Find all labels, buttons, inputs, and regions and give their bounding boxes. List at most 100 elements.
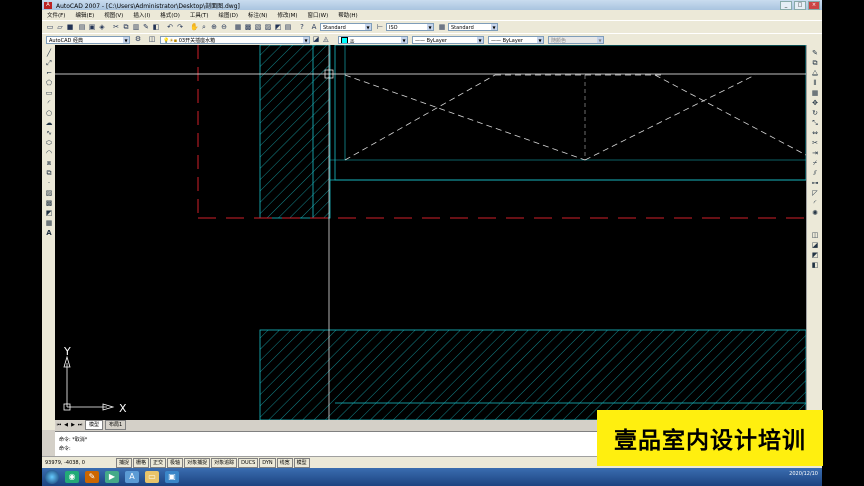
break-icon[interactable]: ⫽ — [810, 169, 820, 177]
ducs-toggle[interactable]: DUCS — [238, 458, 259, 468]
make-current-layer-icon[interactable]: ◪ — [312, 35, 320, 43]
calculator-icon[interactable]: ▤ — [284, 23, 292, 31]
ellipse-arc-icon[interactable]: ◠ — [44, 149, 54, 157]
circle-icon[interactable]: ○ — [44, 109, 54, 117]
sheet-set-icon[interactable]: ▨ — [264, 23, 272, 31]
zoom-window-icon[interactable]: ⊕ — [210, 23, 218, 31]
menu-tools[interactable]: 工具(T) — [185, 11, 214, 19]
array-icon[interactable]: ▦ — [810, 89, 820, 97]
explorer-icon[interactable]: ▣ — [165, 471, 179, 483]
tool-palettes-icon[interactable]: ▧ — [254, 23, 262, 31]
paint-icon[interactable]: ✎ — [85, 471, 99, 483]
drawing-canvas[interactable]: Y X — [55, 45, 806, 420]
offset-icon[interactable]: ⫴ — [810, 79, 820, 87]
minimize-button[interactable]: _ — [780, 1, 792, 10]
extend-icon[interactable]: ⇥ — [810, 149, 820, 157]
redo-icon[interactable]: ↷ — [176, 23, 184, 31]
chamfer-icon[interactable]: ◸ — [810, 189, 820, 197]
design-center-icon[interactable]: ▩ — [244, 23, 252, 31]
menu-insert[interactable]: 插入(I) — [128, 11, 155, 19]
tab-model[interactable]: 模型 — [85, 420, 104, 430]
layer-manager-icon[interactable]: ◫ — [148, 35, 156, 43]
linetype-select[interactable]: —— ByLayer ▼ — [412, 36, 484, 44]
model-toggle[interactable]: 模型 — [293, 458, 310, 468]
join-icon[interactable]: ⊶ — [810, 179, 820, 187]
region-icon[interactable]: ◩ — [44, 209, 54, 217]
prev-tab-icon[interactable]: ◀ — [63, 422, 69, 428]
rectangle-icon[interactable]: ▭ — [44, 89, 54, 97]
fillet-icon[interactable]: ◜ — [810, 199, 820, 207]
insert-block-icon[interactable]: ⧈ — [44, 159, 54, 167]
menu-modify[interactable]: 修改(M) — [272, 11, 302, 19]
autocad-taskbar-icon[interactable]: A — [125, 471, 139, 483]
break-at-point-icon[interactable]: ⌿ — [810, 159, 820, 167]
arc-icon[interactable]: ◜ — [44, 99, 54, 107]
maximize-button[interactable]: □ — [794, 1, 806, 10]
ortho-toggle[interactable]: 正交 — [150, 458, 167, 468]
workspace-settings-icon[interactable]: ⚙ — [134, 35, 142, 43]
menu-format[interactable]: 格式(O) — [155, 11, 185, 19]
start-button[interactable] — [45, 470, 59, 484]
menu-view[interactable]: 视图(V) — [99, 11, 128, 19]
open-file-icon[interactable]: ▱ — [56, 23, 64, 31]
menu-window[interactable]: 窗口(W) — [303, 11, 334, 19]
help-icon[interactable]: ? — [298, 23, 306, 31]
close-button[interactable]: × — [808, 1, 820, 10]
lineweight-toggle[interactable]: 线宽 — [276, 458, 293, 468]
last-tab-icon[interactable]: ⏭ — [77, 422, 83, 428]
pan-icon[interactable]: ✋ — [190, 23, 199, 31]
bring-front-icon[interactable]: ◪ — [810, 241, 820, 249]
revision-cloud-icon[interactable]: ☁ — [44, 119, 54, 127]
multiline-text-icon[interactable]: A — [44, 229, 54, 237]
hatch-icon[interactable]: ▨ — [44, 189, 54, 197]
explode-icon[interactable]: ✺ — [810, 209, 820, 217]
table-icon[interactable]: ▦ — [44, 219, 54, 227]
line-icon[interactable]: ╱ — [44, 49, 54, 57]
snap-toggle[interactable]: 捕捉 — [116, 458, 133, 468]
rotate-icon[interactable]: ↻ — [810, 109, 820, 117]
plot-preview-icon[interactable]: ▣ — [88, 23, 96, 31]
save-icon[interactable]: ■ — [66, 23, 74, 31]
command-prompt[interactable]: 命令: — [59, 445, 71, 452]
drawing-svg[interactable]: Y X — [55, 45, 806, 420]
polar-toggle[interactable]: 极轴 — [167, 458, 184, 468]
properties-icon[interactable]: ▦ — [234, 23, 242, 31]
zoom-previous-icon[interactable]: ⊖ — [220, 23, 228, 31]
trim-icon[interactable]: ✂ — [810, 139, 820, 147]
polyline-icon[interactable]: ⌐ — [44, 69, 54, 77]
dim-style-select[interactable]: ISO ▼ — [386, 23, 434, 31]
browser-icon[interactable]: ◉ — [65, 471, 79, 483]
layer-select[interactable]: 💡☀▪ 03开关插座水箱 ▼ — [160, 36, 310, 44]
menu-dimension[interactable]: 标注(N) — [243, 11, 272, 19]
zoom-realtime-icon[interactable]: ⌕ — [200, 23, 208, 31]
block-editor-icon[interactable]: ◧ — [152, 23, 160, 31]
table-style-select[interactable]: Standard ▼ — [448, 23, 498, 31]
folder-icon[interactable]: ▭ — [145, 471, 159, 483]
menu-help[interactable]: 帮助(H) — [333, 11, 362, 19]
copy-icon[interactable]: ⧉ — [122, 23, 130, 31]
bring-above-icon[interactable]: ◧ — [810, 261, 820, 269]
menu-draw[interactable]: 绘图(D) — [214, 11, 244, 19]
cut-icon[interactable]: ✂ — [112, 23, 120, 31]
menu-file[interactable]: 文件(F) — [42, 11, 70, 19]
otrack-toggle[interactable]: 对象追踪 — [211, 458, 238, 468]
text-style-select[interactable]: Standard ▼ — [320, 23, 372, 31]
move-icon[interactable]: ✥ — [810, 99, 820, 107]
match-properties-icon[interactable]: ✎ — [142, 23, 150, 31]
erase-icon[interactable]: ✎ — [810, 49, 820, 57]
copy-object-icon[interactable]: ⧉ — [810, 59, 820, 67]
workspace-select[interactable]: AutoCAD 经典 ▼ — [46, 36, 130, 44]
lineweight-select[interactable]: —— ByLayer ▼ — [488, 36, 544, 44]
draw-order-icon[interactable]: ◫ — [810, 231, 820, 239]
mirror-icon[interactable]: ⧋ — [810, 69, 820, 77]
construction-line-icon[interactable]: ⤢ — [44, 59, 54, 67]
next-tab-icon[interactable]: ▶ — [70, 422, 76, 428]
gradient-icon[interactable]: ▩ — [44, 199, 54, 207]
layer-previous-icon[interactable]: ◬ — [322, 35, 330, 43]
polygon-icon[interactable]: ⬠ — [44, 79, 54, 87]
new-file-icon[interactable]: ▭ — [46, 23, 54, 31]
grid-toggle[interactable]: 栅格 — [133, 458, 150, 468]
point-icon[interactable]: · — [44, 179, 54, 187]
color-select[interactable]: 青 ▼ — [338, 36, 408, 44]
ellipse-icon[interactable]: ⬭ — [44, 139, 54, 147]
